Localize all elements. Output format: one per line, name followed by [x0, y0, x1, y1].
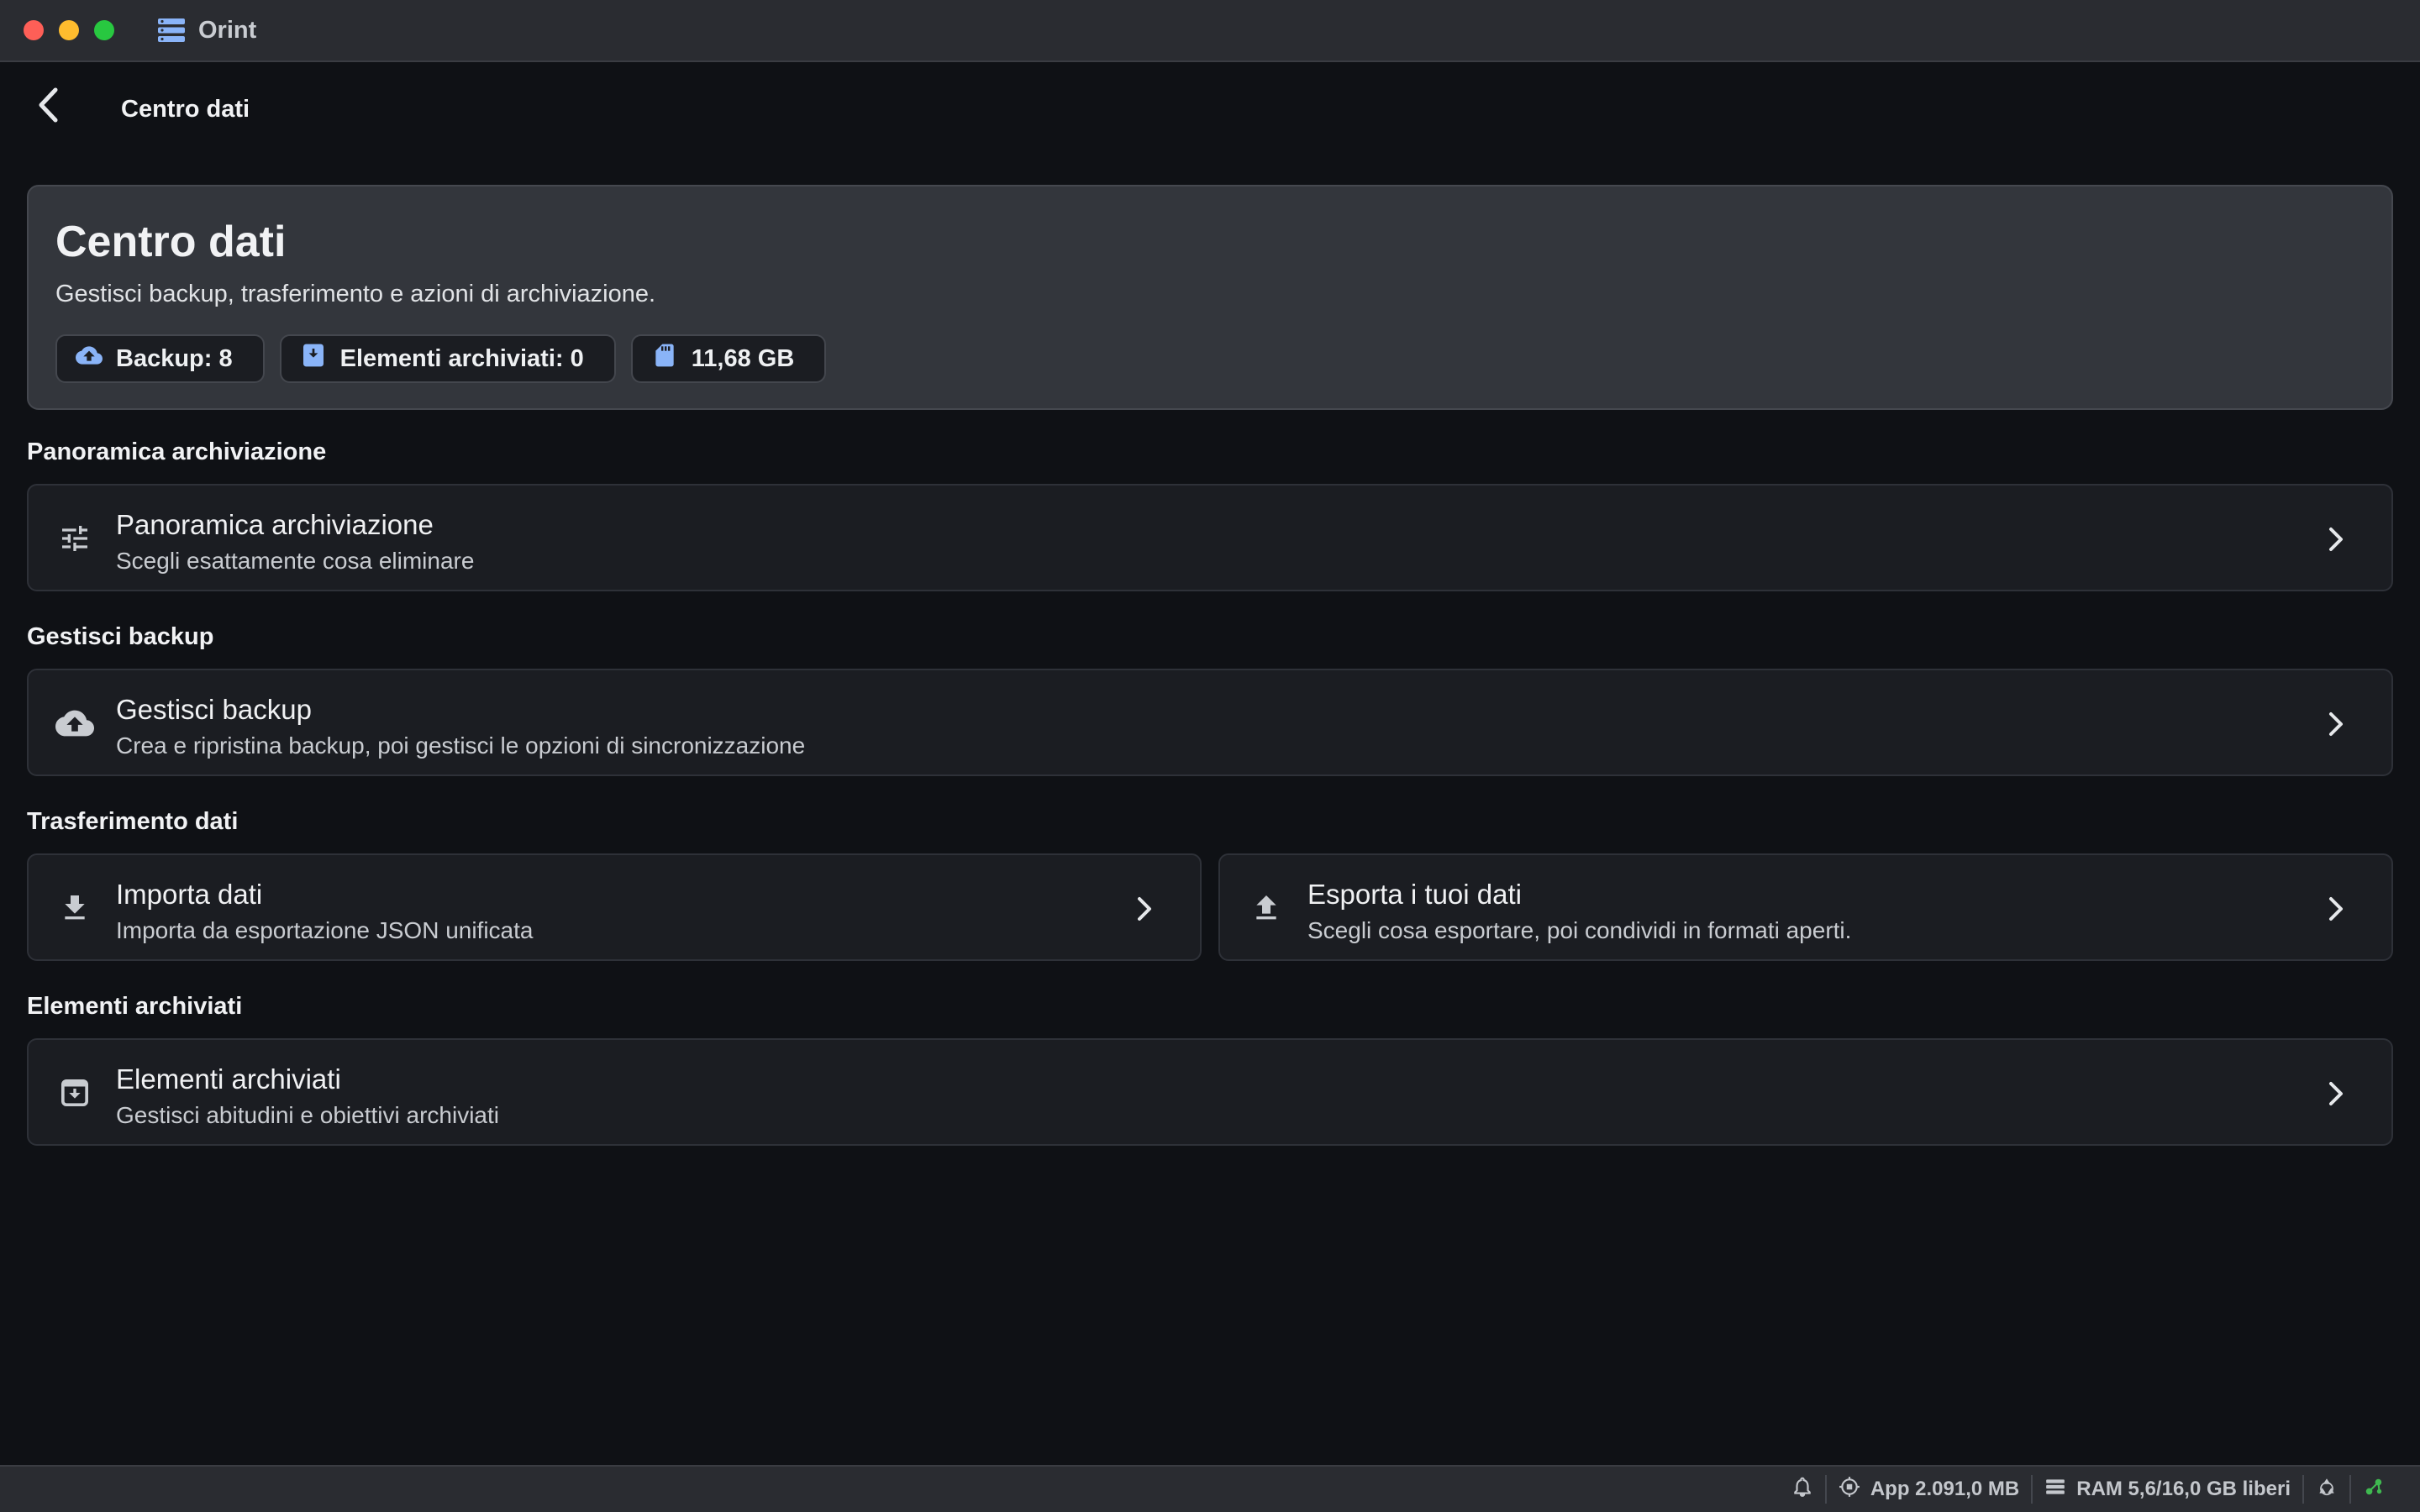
row-title: Panoramica archiviazione — [116, 509, 434, 540]
ram-text: RAM 5,6/16,0 GB liberi — [2076, 1478, 2291, 1500]
backup-section-label: Gestisci backup — [27, 623, 214, 650]
storage-section-label: Panoramica archiviazione — [27, 438, 327, 465]
app-logo-icon — [158, 17, 185, 44]
row-title: Esporta i tuoi dati — [1307, 879, 1522, 910]
chevron-right-icon — [2321, 522, 2351, 556]
row-subtitle: Gestisci abitudini e obiettivi archiviat… — [116, 1102, 499, 1128]
cpu-chip-icon — [1839, 1476, 1860, 1504]
transfer-section-label: Trasferimento dati — [27, 808, 239, 835]
chevron-left-icon — [37, 87, 59, 127]
window-titlebar: Orint — [0, 0, 2420, 62]
sync-status-button[interactable] — [2351, 1466, 2396, 1512]
archive-box-icon — [300, 342, 327, 375]
back-button[interactable] — [29, 87, 67, 126]
tune-sliders-icon — [55, 519, 94, 558]
row-title: Importa dati — [116, 879, 263, 910]
page-header: Centro dati — [0, 62, 2420, 161]
row-subtitle: Crea e ripristina backup, poi gestisci l… — [116, 732, 806, 759]
data-center-summary-card: Centro dati Gestisci backup, trasferimen… — [27, 185, 2393, 410]
app-title: Orint — [198, 16, 257, 44]
row-subtitle: Scegli esattamente cosa eliminare — [116, 548, 475, 574]
notifications-button[interactable] — [1780, 1466, 1825, 1512]
archived-section-label: Elementi archiviati — [27, 993, 243, 1020]
archived-items-row[interactable]: Elementi archiviati Gestisci abitudini e… — [27, 1038, 2393, 1146]
status-bar: App 2.091,0 MB RAM 5,6/16,0 GB liberi — [0, 1465, 2420, 1512]
storage-size-chip: 11,68 GB — [630, 334, 827, 383]
window-controls — [24, 20, 114, 40]
chevron-right-icon — [2321, 1077, 2351, 1110]
page-title: Centro dati — [121, 96, 250, 123]
row-title: Elementi archiviati — [116, 1063, 341, 1095]
recycle-button[interactable] — [2304, 1466, 2349, 1512]
app-memory-text: App 2.091,0 MB — [1870, 1478, 2020, 1500]
summary-subtitle: Gestisci backup, trasferimento e azioni … — [55, 281, 656, 307]
manage-backup-row[interactable]: Gestisci backup Crea e ripristina backup… — [27, 669, 2393, 776]
import-data-row[interactable]: Importa dati Importa da esportazione JSO… — [27, 853, 1202, 961]
row-subtitle: Scegli cosa esportare, poi condividi in … — [1307, 917, 1852, 943]
chevron-right-icon — [2321, 707, 2351, 741]
upload-icon — [1247, 889, 1286, 927]
chip-label: Backup: 8 — [116, 344, 233, 372]
summary-title: Centro dati — [55, 218, 287, 266]
chip-label: 11,68 GB — [691, 344, 795, 372]
chevron-right-icon — [2321, 892, 2351, 926]
minimize-window-button[interactable] — [59, 20, 79, 40]
recycle-icon — [2316, 1476, 2338, 1504]
close-window-button[interactable] — [24, 20, 44, 40]
cloud-upload-icon — [76, 342, 103, 375]
bell-icon — [1791, 1476, 1813, 1504]
ram-indicator[interactable]: RAM 5,6/16,0 GB liberi — [2033, 1466, 2302, 1512]
cloud-upload-icon — [55, 704, 94, 743]
archived-count-chip: Elementi archiviati: 0 — [279, 334, 616, 383]
storage-overview-row[interactable]: Panoramica archiviazione Scegli esattame… — [27, 484, 2393, 591]
archive-box-icon — [55, 1074, 94, 1112]
backup-count-chip: Backup: 8 — [55, 334, 265, 383]
network-status-icon — [2363, 1476, 2385, 1504]
row-subtitle: Importa da esportazione JSON unificata — [116, 917, 534, 943]
download-icon — [55, 889, 94, 927]
chip-label: Elementi archiviati: 0 — [339, 344, 584, 372]
row-title: Gestisci backup — [116, 694, 312, 725]
memory-stack-icon — [2044, 1476, 2066, 1504]
sd-card-icon — [651, 342, 678, 375]
app-memory-indicator[interactable]: App 2.091,0 MB — [1827, 1466, 2031, 1512]
maximize-window-button[interactable] — [94, 20, 114, 40]
summary-chips: Backup: 8 Elementi archiviati: 0 11,68 G… — [55, 334, 827, 383]
export-data-row[interactable]: Esporta i tuoi dati Scegli cosa esportar… — [1218, 853, 2393, 961]
chevron-right-icon — [1129, 892, 1160, 926]
